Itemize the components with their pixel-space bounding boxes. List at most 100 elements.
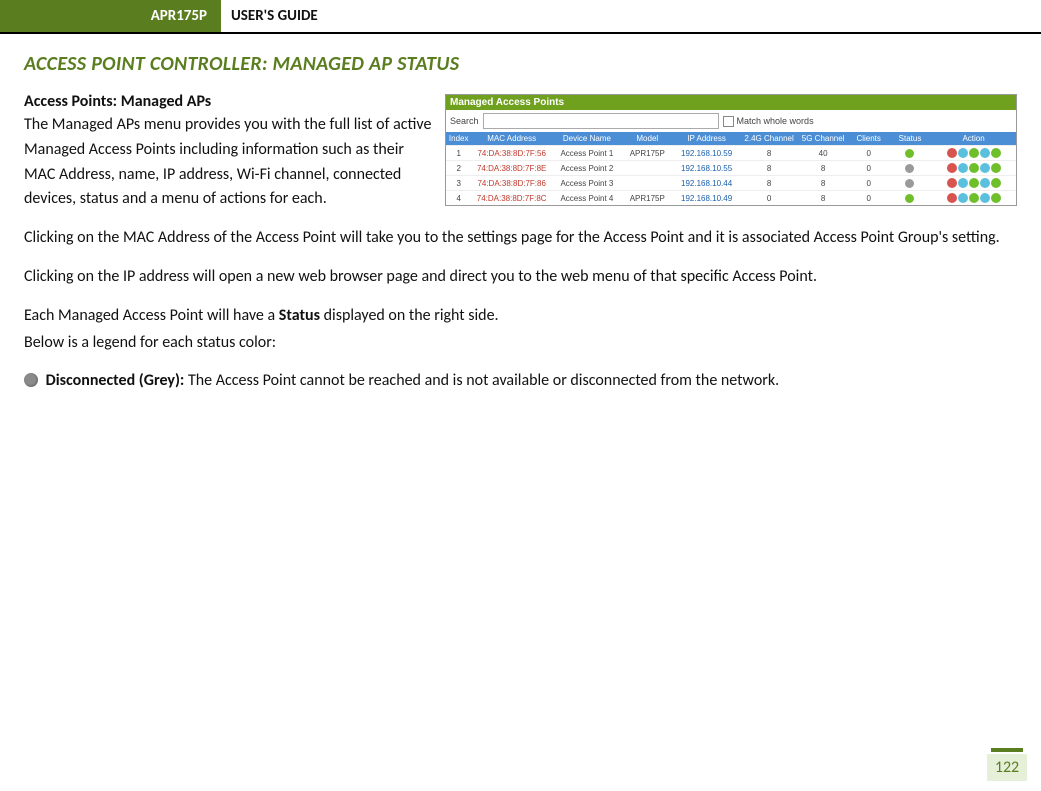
- col-status[interactable]: Status: [889, 132, 931, 146]
- cell-model: [622, 161, 673, 176]
- search-row: Search Match whole words: [446, 110, 1016, 132]
- model-label: APR175P: [0, 0, 221, 32]
- cell-index: 3: [446, 176, 471, 191]
- col-clients[interactable]: Clients: [849, 132, 889, 146]
- cell-index: 1: [446, 146, 471, 161]
- grey-desc: The Access Point cannot be reached and i…: [188, 371, 779, 390]
- action-edit-icon[interactable]: [958, 148, 968, 158]
- action-refresh-icon[interactable]: [969, 193, 979, 203]
- action-delete-icon[interactable]: [947, 193, 957, 203]
- cell-ch24: 8: [741, 146, 798, 161]
- action-info-icon[interactable]: [980, 178, 990, 188]
- cell-mac[interactable]: 74:DA:38:8D:7F:86: [471, 176, 552, 191]
- col-model[interactable]: Model: [622, 132, 673, 146]
- page-number: 122: [987, 754, 1027, 781]
- action-refresh-icon[interactable]: [969, 148, 979, 158]
- cell-mac[interactable]: 74:DA:38:8D:7F:56: [471, 146, 552, 161]
- page-footer: 122: [987, 748, 1027, 781]
- table-row: 274:DA:38:8D:7F:8EAccess Point 2 192.168.…: [446, 161, 1016, 176]
- cell-ip[interactable]: 192.168.10.59: [673, 146, 741, 161]
- cell-mac[interactable]: 74:DA:38:8D:7F:8E: [471, 161, 552, 176]
- cell-mac[interactable]: 74:DA:38:8D:7F:8C: [471, 191, 552, 206]
- cell-action: [931, 176, 1016, 191]
- table-row: 374:DA:38:8D:7F:86Access Point 3192.168.…: [446, 176, 1016, 191]
- status-text-b: Status: [279, 306, 320, 325]
- action-power-icon[interactable]: [991, 148, 1001, 158]
- status-dot-icon: [905, 194, 914, 203]
- search-input[interactable]: [483, 113, 719, 129]
- cell-ip[interactable]: 192.168.10.49: [673, 191, 741, 206]
- status-text-c: displayed on the right side.: [320, 306, 499, 325]
- match-whole-words-checkbox[interactable]: Match whole words: [723, 116, 814, 127]
- action-refresh-icon[interactable]: [969, 163, 979, 173]
- action-info-icon[interactable]: [980, 193, 990, 203]
- cell-ch5: 8: [798, 176, 849, 191]
- action-power-icon[interactable]: [991, 178, 1001, 188]
- grey-label: Disconnected (Grey):: [46, 371, 188, 390]
- cell-clients: 0: [849, 176, 889, 191]
- grey-status-legend: Disconnected (Grey): The Access Point ca…: [24, 369, 1017, 394]
- col-index[interactable]: Index: [446, 132, 471, 146]
- cell-ch24: 8: [741, 176, 798, 191]
- cell-model: APR175P: [622, 191, 673, 206]
- cell-ch5: 8: [798, 161, 849, 176]
- page-header: APR175P USER'S GUIDE: [0, 0, 1041, 34]
- ap-table: Index MAC Address Device Name Model IP A…: [446, 132, 1016, 205]
- search-label: Search: [450, 116, 479, 126]
- cell-status: [889, 176, 931, 191]
- status-text-a: Each Managed Access Point will have a: [24, 306, 279, 325]
- action-delete-icon[interactable]: [947, 163, 957, 173]
- section-title: ACCESS POINT CONTROLLER: MANAGED AP STAT…: [24, 52, 1017, 76]
- checkbox-icon: [723, 116, 734, 127]
- col-action[interactable]: Action: [931, 132, 1016, 146]
- status-dot-icon: [905, 164, 914, 173]
- panel-title: Managed Access Points: [446, 95, 1016, 110]
- cell-ch24: 8: [741, 161, 798, 176]
- table-row: 474:DA:38:8D:7F:8CAccess Point 4APR175P1…: [446, 191, 1016, 206]
- footer-accent-icon: [991, 748, 1023, 752]
- cell-model: [622, 176, 673, 191]
- status-paragraph: Each Managed Access Point will have a St…: [24, 304, 1017, 329]
- guide-title: USER'S GUIDE: [221, 0, 318, 32]
- cell-index: 2: [446, 161, 471, 176]
- action-edit-icon[interactable]: [958, 163, 968, 173]
- cell-name: Access Point 2: [552, 161, 622, 176]
- cell-index: 4: [446, 191, 471, 206]
- action-power-icon[interactable]: [991, 163, 1001, 173]
- table-row: 174:DA:38:8D:7F:56Access Point 1APR175P1…: [446, 146, 1016, 161]
- col-ch5[interactable]: 5G Channel: [798, 132, 849, 146]
- cell-ip[interactable]: 192.168.10.44: [673, 176, 741, 191]
- embedded-screenshot: Managed Access Points Search Match whole…: [445, 94, 1017, 206]
- col-ch24[interactable]: 2.4G Channel: [741, 132, 798, 146]
- col-name[interactable]: Device Name: [552, 132, 622, 146]
- ip-click-paragraph: Clicking on the IP address will open a n…: [24, 265, 1017, 290]
- action-info-icon[interactable]: [980, 148, 990, 158]
- action-edit-icon[interactable]: [958, 178, 968, 188]
- cell-name: Access Point 1: [552, 146, 622, 161]
- cell-status: [889, 161, 931, 176]
- action-delete-icon[interactable]: [947, 148, 957, 158]
- cell-status: [889, 191, 931, 206]
- col-mac[interactable]: MAC Address: [471, 132, 552, 146]
- cell-status: [889, 146, 931, 161]
- cell-ch5: 8: [798, 191, 849, 206]
- action-edit-icon[interactable]: [958, 193, 968, 203]
- cell-clients: 0: [849, 161, 889, 176]
- cell-action: [931, 191, 1016, 206]
- cell-name: Access Point 4: [552, 191, 622, 206]
- col-ip[interactable]: IP Address: [673, 132, 741, 146]
- cell-action: [931, 146, 1016, 161]
- cell-ch24: 0: [741, 191, 798, 206]
- match-label: Match whole words: [737, 116, 814, 126]
- status-dot-icon: [905, 149, 914, 158]
- cell-model: APR175P: [622, 146, 673, 161]
- cell-ch5: 40: [798, 146, 849, 161]
- legend-intro: Below is a legend for each status color:: [24, 331, 1017, 356]
- action-delete-icon[interactable]: [947, 178, 957, 188]
- action-refresh-icon[interactable]: [969, 178, 979, 188]
- action-info-icon[interactable]: [980, 163, 990, 173]
- action-power-icon[interactable]: [991, 193, 1001, 203]
- cell-ip[interactable]: 192.168.10.55: [673, 161, 741, 176]
- cell-clients: 0: [849, 146, 889, 161]
- cell-action: [931, 161, 1016, 176]
